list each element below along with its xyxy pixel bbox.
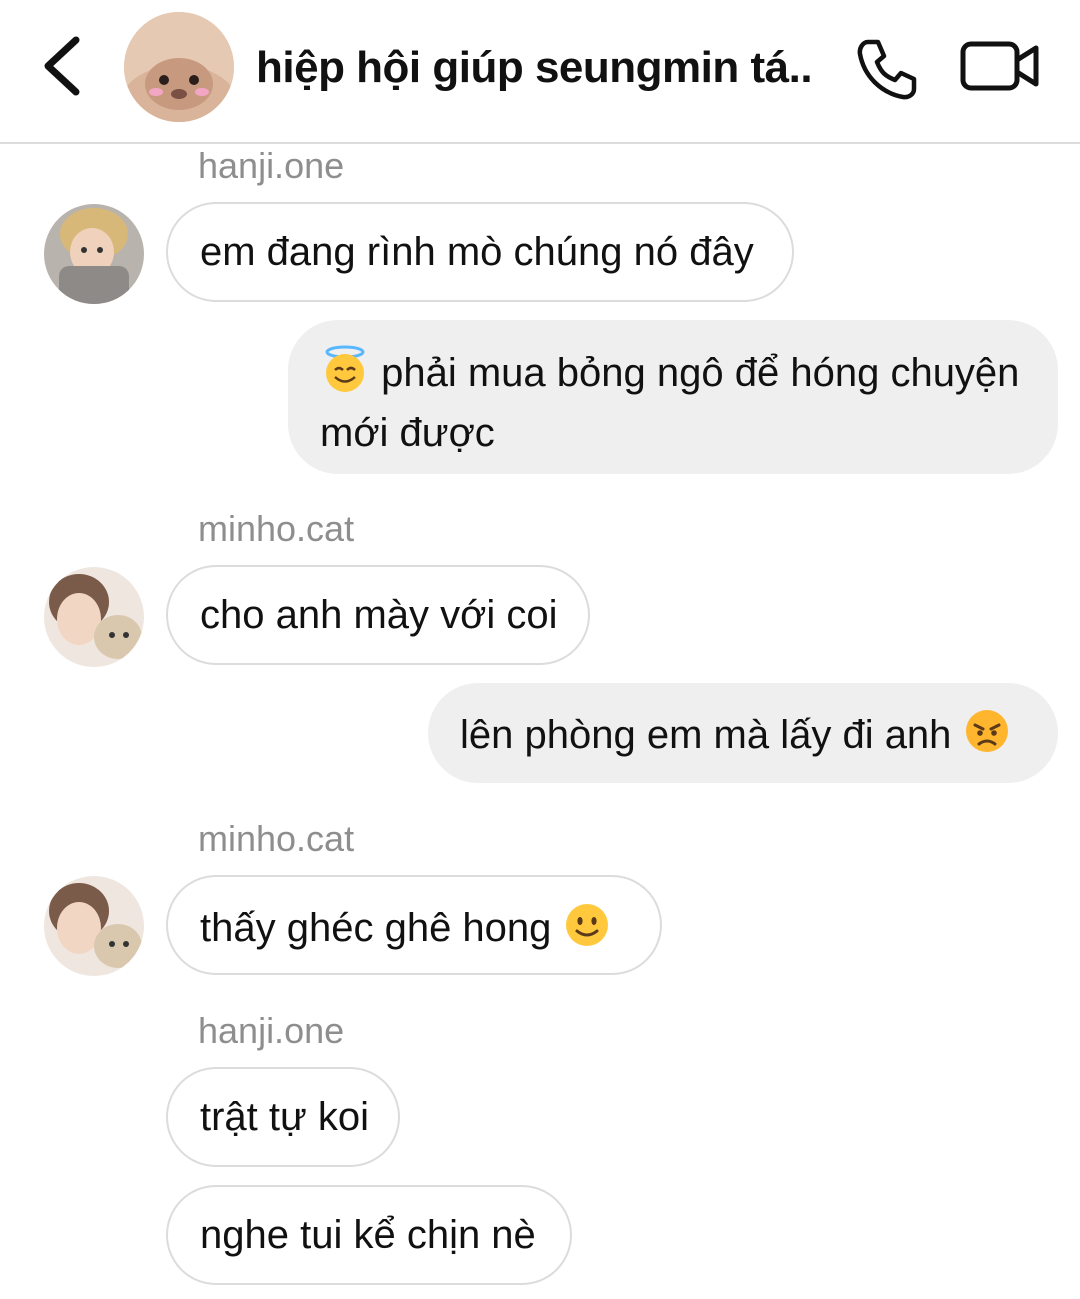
message-text: cho anh mày với coi xyxy=(200,593,558,637)
sender-name: hanji.one xyxy=(198,145,345,186)
message-bubble[interactable]: nghe tui kể chịn nè xyxy=(166,1185,572,1285)
chat-title[interactable]: hiệp hội giúp seungmin tá.. xyxy=(256,40,816,96)
message-bubble[interactable]: trật tự koi xyxy=(166,1067,400,1167)
message-bubble-outgoing[interactable]: lên phòng em mà lấy đi anh xyxy=(428,683,1058,783)
sender-name: minho.cat xyxy=(198,508,355,549)
smiling-face-with-halo-icon xyxy=(320,344,370,407)
avatar[interactable] xyxy=(44,876,144,976)
message-text: em đang rình mò chúng nó đây xyxy=(200,230,754,274)
message-text: lên phòng em mà lấy đi anh xyxy=(460,713,952,758)
avatar[interactable] xyxy=(44,204,144,304)
sender-name: hanji.one xyxy=(198,1010,345,1051)
message-bubble[interactable]: em đang rình mò chúng nó đây xyxy=(166,202,794,302)
message-text: phải mua bỏng ngô để hóng chuyện mới đượ… xyxy=(320,351,1020,455)
chevron-left-icon xyxy=(44,36,80,96)
message-text: trật tự koi xyxy=(200,1095,370,1139)
video-call-button[interactable] xyxy=(960,40,1040,92)
angry-face-icon xyxy=(963,707,1011,768)
call-button[interactable] xyxy=(854,36,920,102)
message-text: nghe tui kể chịn nè xyxy=(200,1213,536,1257)
message-bubble[interactable]: thấy ghéc ghê hong xyxy=(166,875,662,975)
message-bubble-outgoing[interactable]: phải mua bỏng ngô để hóng chuyện mới đượ… xyxy=(288,320,1058,474)
avatar[interactable] xyxy=(44,567,144,667)
message-text: thấy ghéc ghê hong xyxy=(200,906,552,951)
group-avatar[interactable] xyxy=(124,12,234,122)
slightly-smiling-face-icon xyxy=(563,901,611,960)
chat-header: hiệp hội giúp seungmin tá.. xyxy=(0,0,1080,144)
sender-name: minho.cat xyxy=(198,818,355,859)
phone-icon xyxy=(857,39,917,100)
video-camera-icon xyxy=(960,41,1039,91)
back-button[interactable] xyxy=(36,34,92,98)
message-bubble[interactable]: cho anh mày với coi xyxy=(166,565,590,665)
